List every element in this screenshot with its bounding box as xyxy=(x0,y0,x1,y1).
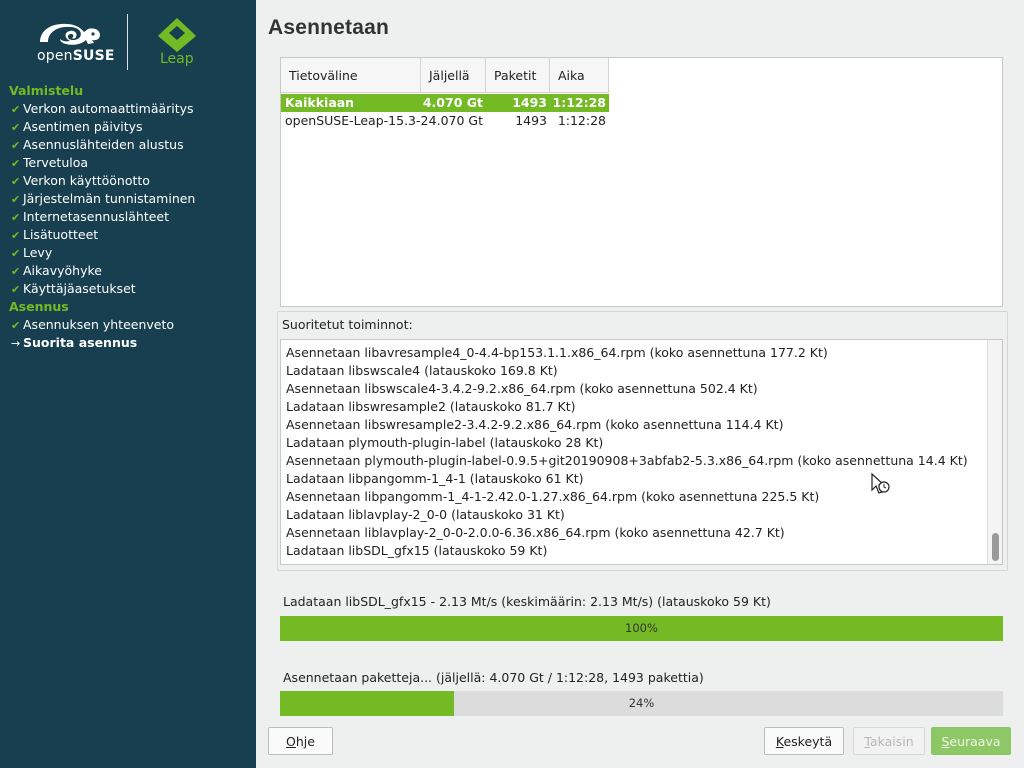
column-header-medium[interactable]: Tietoväline xyxy=(281,58,421,93)
column-header-time[interactable]: Aika xyxy=(550,58,609,93)
sidebar-step: ✔ Levy xyxy=(0,244,256,262)
help-button-label: hje xyxy=(295,734,315,749)
checkmark-icon: ✔ xyxy=(11,283,21,296)
checkmark-icon: ✔ xyxy=(11,247,21,260)
main-panel: Asennetaan Tietoväline Jäljellä Paketit … xyxy=(256,0,1024,768)
log-line: Asennetaan libavresample4_0-4.4-bp153.1.… xyxy=(286,345,828,360)
log-line: Asennetaan libswscale4-3.4.2-9.2.x86_64.… xyxy=(286,381,758,396)
sidebar-step: ✔ Aikavyöhyke xyxy=(0,262,256,280)
install-progress-text: 24% xyxy=(628,696,655,710)
sidebar-step-label: Verkon automaattimääritys xyxy=(23,101,194,116)
sidebar-step: ✔ Internetasennuslähteet xyxy=(0,208,256,226)
busy-cursor-icon xyxy=(871,472,890,494)
sidebar-step-label: Asennuslähteiden alustus xyxy=(23,137,184,152)
log-line: Ladataan liblavplay-2_0-0 (latauskoko 31… xyxy=(286,507,565,522)
arrow-right-icon: → xyxy=(11,337,21,350)
table-cell-packages: 1493 xyxy=(512,95,547,110)
log-text-area[interactable]: Asennetaan libavresample4_0-4.4-bp153.1.… xyxy=(280,339,1003,565)
next-button[interactable]: Seuraava xyxy=(931,727,1011,755)
download-status-label: Ladataan libSDL_gfx15 - 2.13 Mt/s (keski… xyxy=(283,594,771,609)
log-line: Ladataan libpangomm-1_4-1 (latauskoko 61… xyxy=(286,471,584,486)
sidebar: openSUSE Leap Valmistelu ✔ Verkon automaat… xyxy=(0,0,256,768)
download-progress-bar: 100% xyxy=(280,616,1003,641)
sidebar-step-label: Asennuksen yhteenveto xyxy=(23,317,175,332)
sidebar-step: ✔ Asennuslähteiden alustus xyxy=(0,136,256,154)
table-cell-name: Kaikkiaan xyxy=(285,95,355,110)
column-header-packages[interactable]: Paketit xyxy=(486,58,550,93)
sidebar-step-label: Verkon käyttöönotto xyxy=(23,173,150,188)
sidebar-step: ✔ Lisätuotteet xyxy=(0,226,256,244)
column-header-remaining[interactable]: Jäljellä xyxy=(421,58,486,93)
checkmark-icon: ✔ xyxy=(11,193,21,206)
sidebar-step-label: Levy xyxy=(23,245,53,260)
leap-logo-icon xyxy=(158,18,196,52)
sidebar-step-current: → Suorita asennus xyxy=(0,334,256,352)
sidebar-step-label: Tervetuloa xyxy=(23,155,89,170)
sidebar-section-title: Asennus xyxy=(9,299,69,314)
sidebar-step-label: Suorita asennus xyxy=(23,335,138,350)
checkmark-icon: ✔ xyxy=(11,211,21,224)
logo-area: openSUSE Leap xyxy=(0,0,256,80)
log-line: Ladataan libswresample2 (latauskoko 81.7… xyxy=(286,399,576,414)
checkmark-icon: ✔ xyxy=(11,319,21,332)
checkmark-icon: ✔ xyxy=(11,139,21,152)
sidebar-step-label: Käyttäjäasetukset xyxy=(23,281,136,296)
sidebar-step: ✔ Verkon käyttöönotto xyxy=(0,172,256,190)
sidebar-step-label: Asentimen päivitys xyxy=(23,119,143,134)
log-line: Asennetaan libpangomm-1_4-1-2.42.0-1.27.… xyxy=(286,489,820,504)
checkmark-icon: ✔ xyxy=(11,229,21,242)
sidebar-section-title: Valmistelu xyxy=(9,83,84,98)
table-cell-packages: 1493 xyxy=(515,113,547,128)
sidebar-step-label: Järjestelmän tunnistaminen xyxy=(23,191,196,206)
media-table[interactable]: Tietoväline Jäljellä Paketit Aika Kaikki… xyxy=(280,57,1003,307)
opensuse-wordmark: openSUSE xyxy=(37,48,115,64)
log-line: Ladataan libSDL_gfx15 (latauskoko 59 Kt) xyxy=(286,543,548,558)
checkmark-icon: ✔ xyxy=(11,265,21,278)
back-button[interactable]: Takaisin xyxy=(853,727,925,755)
checkmark-icon: ✔ xyxy=(11,175,21,188)
help-button[interactable]: Ohje xyxy=(268,727,333,755)
leap-wordmark: Leap xyxy=(160,51,194,67)
installation-steps: Valmistelu ✔ Verkon automaattimääritys ✔ Ase… xyxy=(0,82,256,352)
table-cell-name: openSUSE-Leap-15.3-2 xyxy=(285,113,429,128)
log-line: Asennetaan plymouth-plugin-label-0.9.5+g… xyxy=(286,453,968,468)
log-line: Asennetaan libswresample2-3.4.2-9.2.x86_… xyxy=(286,417,784,432)
sidebar-step: ✔ Asennuksen yhteenveto xyxy=(0,316,256,334)
checkmark-icon: ✔ xyxy=(11,157,21,170)
sidebar-step: ✔ Käyttäjäasetukset xyxy=(0,280,256,298)
checkmark-icon: ✔ xyxy=(11,121,21,134)
sidebar-step: ✔ Verkon automaattimääritys xyxy=(0,100,256,118)
table-cell-time: 1:12:28 xyxy=(552,95,607,110)
table-cell-remaining: 4.070 Gt xyxy=(428,113,483,128)
abort-button[interactable]: Keskeytä xyxy=(764,727,844,755)
download-progress-text: 100% xyxy=(625,621,658,635)
log-label: Suoritetut toiminnot: xyxy=(282,317,413,332)
sidebar-step: ✔ Tervetuloa xyxy=(0,154,256,172)
back-button-label: akaisin xyxy=(869,734,914,749)
table-cell-remaining: 4.070 Gt xyxy=(422,95,483,110)
log-line: Ladataan libswscale4 (latauskoko 169.8 K… xyxy=(286,363,558,378)
sidebar-step-label: Internetasennuslähteet xyxy=(23,209,170,224)
table-row[interactable]: openSUSE-Leap-15.3-2 4.070 Gt 1493 1:12:28 xyxy=(281,112,609,130)
install-progress-bar: 24% xyxy=(280,691,1003,716)
table-row[interactable]: Kaikkiaan 4.070 Gt 1493 1:12:28 xyxy=(281,94,609,112)
log-line: Asennetaan liblavplay-2_0-0-2.0.0-6.36.x… xyxy=(286,525,785,540)
sidebar-step-label: Lisätuotteet xyxy=(23,227,99,242)
sidebar-step: ✔ Asentimen päivitys xyxy=(0,118,256,136)
next-button-label: euraava xyxy=(949,734,1001,749)
log-scrollbar[interactable] xyxy=(987,340,1002,564)
sidebar-step: ✔ Järjestelmän tunnistaminen xyxy=(0,190,256,208)
opensuse-chameleon-logo xyxy=(40,23,100,45)
page-title: Asennetaan xyxy=(268,16,390,39)
help-button-mnemonic: O xyxy=(286,734,296,749)
sidebar-step-label: Aikavyöhyke xyxy=(23,263,102,278)
checkmark-icon: ✔ xyxy=(11,103,21,116)
log-scrollbar-thumb[interactable] xyxy=(992,533,999,561)
table-cell-time: 1:12:28 xyxy=(557,113,606,128)
install-status-label: Asennetaan paketteja... (jäljellä: 4.070… xyxy=(283,670,704,685)
log-line: Ladataan plymouth-plugin-label (latausko… xyxy=(286,435,604,450)
abort-button-label: eskeytä xyxy=(783,734,833,749)
logo-divider xyxy=(127,14,128,70)
